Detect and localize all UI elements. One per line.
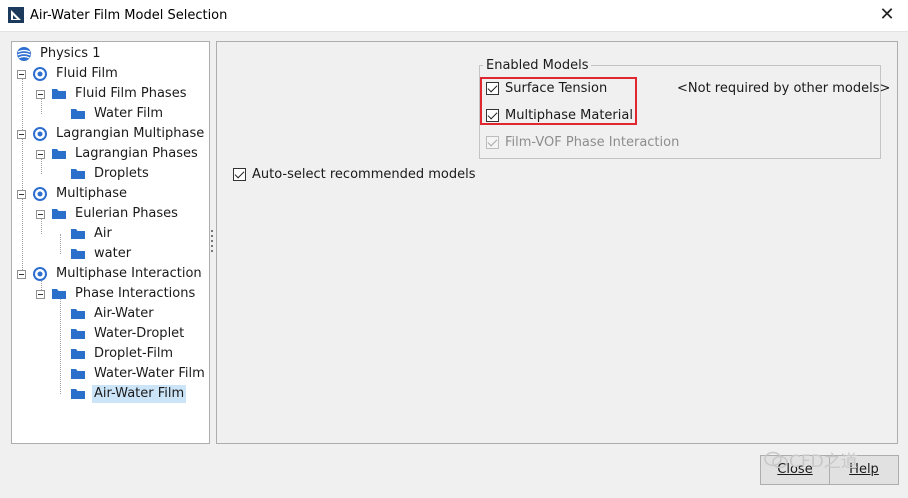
tree-item-label: Air-Water Film [92, 385, 187, 403]
model-selection-panel: Enabled Models Surface Tension Multiphas… [216, 41, 898, 444]
collapse-toggle[interactable] [17, 189, 26, 199]
tree-guide-line [60, 294, 61, 394]
tree-item-multiphase-interaction[interactable]: Multiphase Interaction [17, 264, 204, 284]
not-required-note: <Not required by other models> [677, 81, 891, 96]
model-node-icon [33, 67, 47, 81]
splitter-handle[interactable] [211, 230, 214, 254]
folder-icon [52, 289, 66, 299]
highlight-annotation [480, 77, 637, 125]
tree-guide-line [60, 234, 61, 254]
tree-item-physics[interactable]: Physics 1 [16, 44, 102, 64]
tree-item-droplets[interactable]: Droplets [70, 164, 151, 184]
tree-item-fluid-film[interactable]: Fluid Film [17, 64, 120, 84]
close-window-button[interactable]: ✕ [876, 4, 898, 26]
tree-item-label: Multiphase Interaction [56, 266, 202, 281]
tree-item-label: Physics 1 [40, 46, 101, 61]
tree-item-label: Fluid Film [56, 66, 118, 81]
film-vof-checkbox [486, 136, 499, 149]
folder-icon [52, 209, 66, 219]
tree-item-label: Lagrangian Phases [75, 146, 198, 161]
tree-item-label: Eulerian Phases [75, 206, 178, 221]
tree-item-multiphase[interactable]: Multiphase [17, 184, 129, 204]
collapse-toggle[interactable] [36, 289, 45, 299]
tree-item-water-water-film[interactable]: Water-Water Film [70, 364, 207, 384]
folder-icon [71, 349, 85, 359]
tree-item-eulerian-phases[interactable]: Eulerian Phases [36, 204, 180, 224]
collapse-toggle[interactable] [36, 209, 45, 219]
collapse-toggle[interactable] [36, 149, 45, 159]
auto-select-checkbox[interactable] [233, 168, 246, 181]
model-node-icon [33, 267, 47, 281]
collapse-toggle[interactable] [36, 89, 45, 99]
help-button[interactable]: Help [829, 455, 899, 485]
tree-item-air-water[interactable]: Air-Water [70, 304, 156, 324]
folder-icon [52, 89, 66, 99]
tree-item-air[interactable]: Air [70, 224, 114, 244]
folder-icon [71, 309, 85, 319]
film-vof-option: Film-VOF Phase Interaction [486, 135, 679, 150]
tree-item-label: Water-Droplet [94, 326, 185, 341]
collapse-toggle[interactable] [17, 69, 26, 79]
app-logo-icon [8, 7, 24, 23]
tree-item-label: Droplets [94, 166, 149, 181]
collapse-toggle[interactable] [17, 129, 26, 139]
globe-icon [17, 47, 31, 61]
tree-item-label: Phase Interactions [75, 286, 196, 301]
tree-item-label: Droplet-Film [94, 346, 174, 361]
model-node-icon [33, 187, 47, 201]
tree-item-lagrangian-phases[interactable]: Lagrangian Phases [36, 144, 200, 164]
tree-item-label: Air [94, 226, 112, 241]
tree-item-label: Air-Water [94, 306, 154, 321]
folder-icon [71, 389, 85, 399]
tree-guide-line [22, 74, 23, 278]
tree-item-fluid-film-phases[interactable]: Fluid Film Phases [36, 84, 188, 104]
folder-icon [52, 149, 66, 159]
tree-item-phase-interactions[interactable]: Phase Interactions [36, 284, 197, 304]
folder-icon [71, 169, 85, 179]
tree-item-label: water [94, 246, 132, 261]
folder-icon [71, 229, 85, 239]
tree-item-air-water-film[interactable]: Air-Water Film [70, 384, 187, 404]
folder-icon [71, 249, 85, 259]
folder-icon [71, 369, 85, 379]
tree-item-lagrangian-multiphase[interactable]: Lagrangian Multiphase [17, 124, 206, 144]
tree-item-label: Water Film [94, 106, 163, 121]
tree-item-droplet-film[interactable]: Droplet-Film [70, 344, 175, 364]
folder-icon [71, 109, 85, 119]
tree-item-label: Water-Water Film [94, 366, 205, 381]
model-node-icon [33, 127, 47, 141]
tree-item-water-film[interactable]: Water Film [70, 104, 165, 124]
film-vof-label: Film-VOF Phase Interaction [505, 135, 680, 150]
title-bar: Air-Water Film Model Selection ✕ [0, 0, 908, 32]
tree-item-label: Lagrangian Multiphase [56, 126, 205, 141]
close-button[interactable]: Close [760, 455, 830, 485]
collapse-toggle[interactable] [17, 269, 26, 279]
auto-select-label: Auto-select recommended models [252, 167, 476, 182]
auto-select-option[interactable]: Auto-select recommended models [233, 167, 475, 182]
folder-icon [71, 329, 85, 339]
tree-item-water[interactable]: water [70, 244, 133, 264]
window-title: Air-Water Film Model Selection [30, 8, 228, 23]
object-tree: Physics 1 Fluid Film Fluid Film Phases W… [11, 41, 210, 444]
tree-item-label: Multiphase [56, 186, 128, 201]
tree-item-label: Fluid Film Phases [75, 86, 187, 101]
enabled-models-legend: Enabled Models [483, 58, 592, 73]
tree-item-water-droplet[interactable]: Water-Droplet [70, 324, 186, 344]
